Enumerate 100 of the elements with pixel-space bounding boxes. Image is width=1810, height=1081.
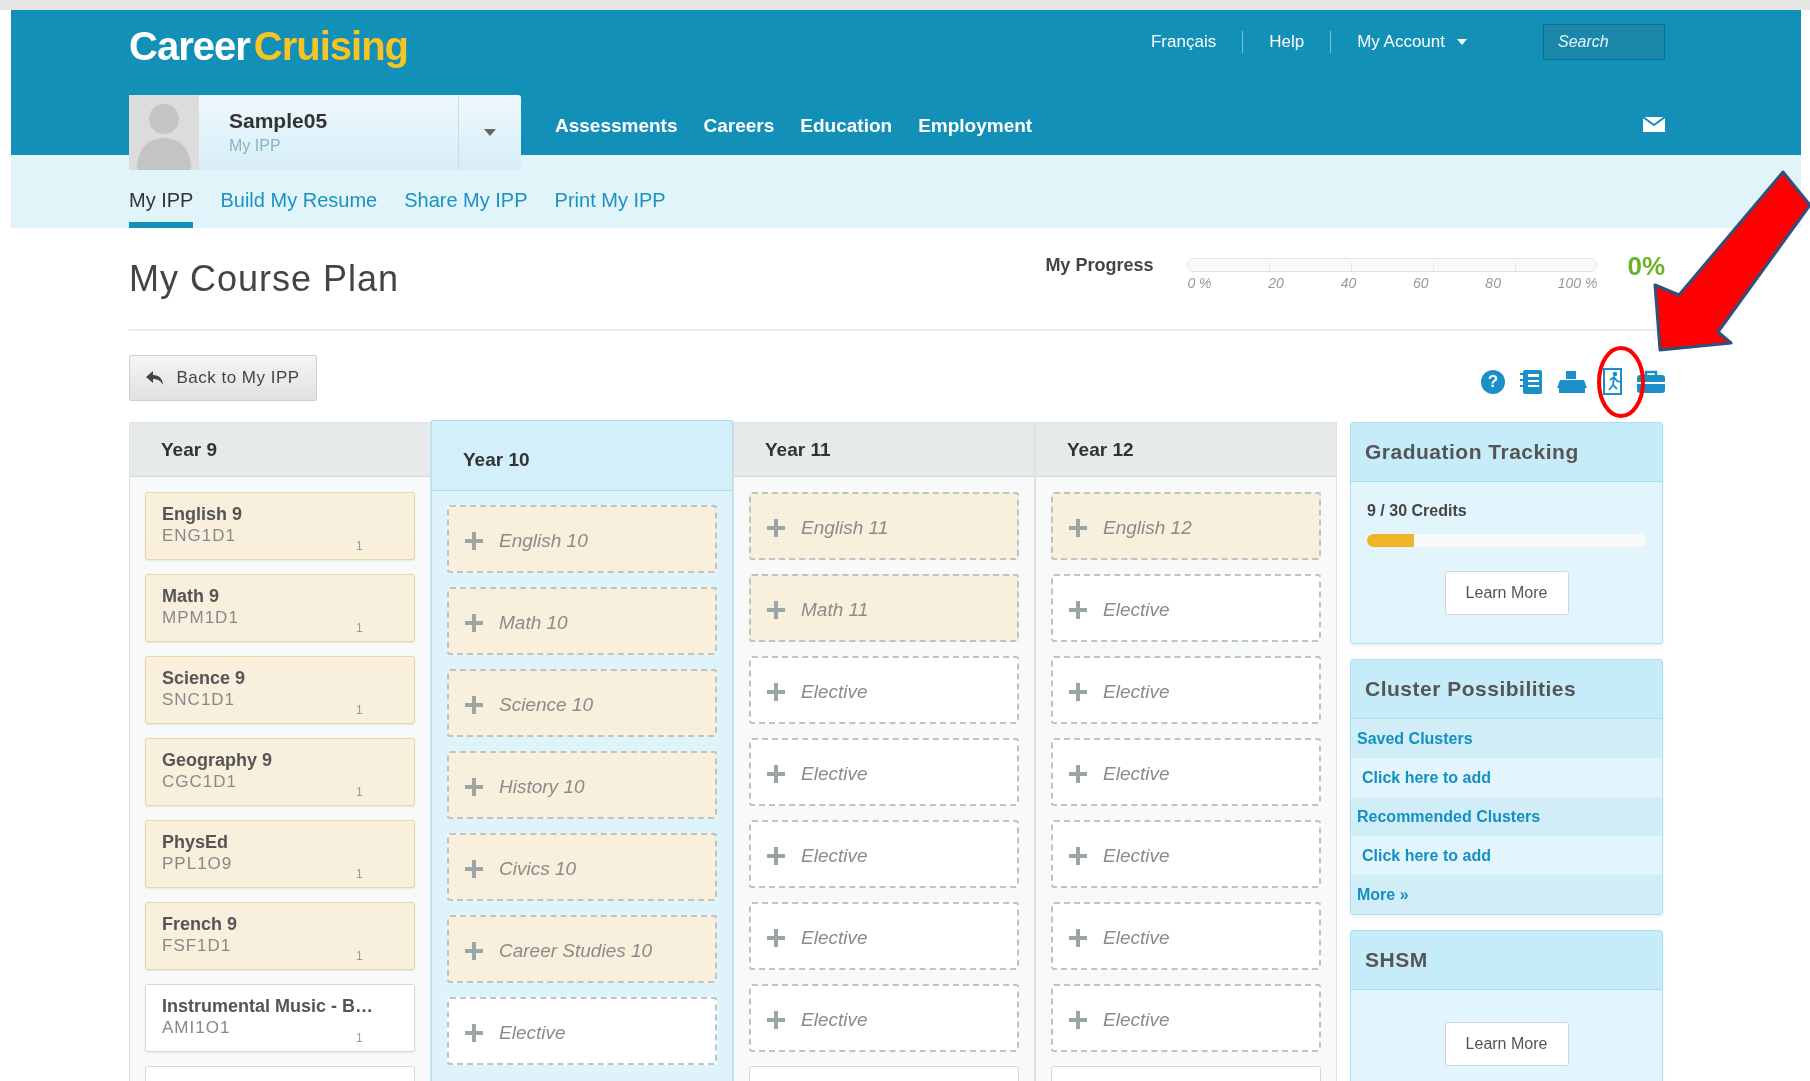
course-card[interactable]: PhysEd PPL1O9 1 [145,820,415,888]
credit-value: 1 [356,949,363,963]
cluster-heading-link[interactable]: Recommended Clusters [1351,797,1662,836]
tick-label: 100 % [1557,274,1598,291]
caret-icon [1457,38,1467,45]
plus-icon [1069,847,1087,865]
plus-icon [767,1011,785,1029]
credit-value: 1 [356,867,363,881]
course-slot[interactable]: Civics 10 [447,833,717,901]
mail-icon[interactable] [1643,117,1665,132]
learn-more-button[interactable]: Learn More [1444,1022,1569,1066]
back-button[interactable]: Back to My IPP [129,355,317,401]
course-slot[interactable]: Elective [749,902,1019,970]
course-slot[interactable]: Elective [749,984,1019,1052]
course-card[interactable]: Science 9 SNC1D1 1 [145,656,415,724]
credits-label: 9 / 30 Credits [1367,502,1468,520]
plus-icon [465,696,483,714]
plus-icon [465,532,483,550]
back-arrow-icon [146,370,165,386]
running-figure-icon[interactable] [1601,368,1623,396]
progress-percent: 0% [1627,250,1665,282]
course-slot[interactable]: English 11 [749,492,1019,560]
plus-icon [1069,1011,1087,1029]
course-slot[interactable]: Science 10 [447,669,717,737]
course-slot[interactable]: Math 11 [749,574,1019,642]
course-slot[interactable]: English 12 [1051,492,1321,560]
panel-heading: Cluster Possibilities [1351,660,1662,719]
tick-label: 20 [1268,274,1284,291]
course-name: Science 9 [162,668,246,689]
add-cluster-link[interactable]: Click here to add [1351,758,1662,797]
plus-icon [1069,519,1087,537]
notebook-icon[interactable] [1519,369,1543,395]
course-slot[interactable]: Elective [749,738,1019,806]
course-slot[interactable]: Elective [1051,738,1321,806]
course-code: FSF1D1 [162,936,232,956]
course-slot[interactable]: English 10 [447,505,717,573]
plus-icon [767,683,785,701]
course-code: CGC1D1 [162,772,237,792]
course-code: MPM1D1 [162,608,239,628]
profile-card[interactable]: Sample05 My IPP [129,95,521,170]
progress-label: My Progress [1045,254,1154,276]
course-card[interactable]: Math 9 MPM1D1 1 [145,574,415,642]
course-slot[interactable]: Elective [749,820,1019,888]
search-field[interactable]: Search [1543,23,1665,60]
course-name: Instrumental Music - B… [162,996,374,1017]
account-menu[interactable]: My Account [1331,31,1493,52]
course-card[interactable]: French 9 FSF1D1 1 [145,902,415,970]
course-slot[interactable]: Elective [1051,902,1321,970]
tick-label: 0 % [1187,274,1212,291]
page-title: My Course Plan [129,257,400,300]
course-card[interactable]: Instrumental Music - B… AMI1O1 1 [145,984,415,1052]
plus-icon [767,765,785,783]
printer-icon[interactable] [1557,370,1587,394]
year-heading: Year 12 [1036,423,1336,477]
course-name: French 9 [162,914,238,935]
nav-link[interactable]: Assessments [555,115,678,137]
course-slot[interactable]: Math 10 [447,587,717,655]
course-slot[interactable]: Elective [1051,656,1321,724]
subnav-tab[interactable]: Print My IPP [554,178,666,228]
plus-icon [1069,765,1087,783]
add-cluster-link[interactable]: Click here to add [1351,836,1662,875]
nav-link[interactable]: Employment [918,115,1033,137]
credit-value: 1 [356,1031,363,1045]
plus-icon [1069,601,1087,619]
cluster-heading-link[interactable]: Saved Clusters [1351,719,1662,758]
panel-heading: Graduation Tracking [1351,423,1662,482]
header-link[interactable]: Français [1124,31,1243,52]
plus-icon [767,601,785,619]
course-slot[interactable]: Elective [749,656,1019,724]
help-icon[interactable]: ? [1481,370,1505,394]
course-name: PhysEd [162,832,229,853]
year-heading: Year 10 [432,421,732,491]
plus-icon [465,860,483,878]
subnav-tab[interactable]: Build My Resume [220,178,378,228]
credit-value: 1 [356,703,363,717]
learn-more-button[interactable]: Learn More [1444,571,1569,615]
nav-link[interactable]: Education [800,115,893,137]
cluster-heading-link[interactable]: More » [1351,875,1662,914]
course-slot[interactable]: Elective [1051,574,1321,642]
caret-icon[interactable] [484,129,496,136]
course-name: Math 9 [162,586,219,607]
header-link[interactable]: Help [1243,31,1331,52]
course-card[interactable]: Geography 9 CGC1D1 1 [145,738,415,806]
plus-icon [767,847,785,865]
course-slot[interactable]: Elective [1051,820,1321,888]
credit-value: 1 [356,785,363,799]
course-slot[interactable]: Elective [1051,984,1321,1052]
subnav-tab[interactable]: My IPP [129,178,194,228]
course-slot[interactable]: History 10 [447,751,717,819]
logo[interactable]: CareerCruising [129,24,408,69]
subnav-tab[interactable]: Share My IPP [404,178,528,228]
plus-icon [767,929,785,947]
course-card[interactable]: English 9 ENG1D1 1 [145,492,415,560]
plus-icon [1069,929,1087,947]
tick-label: 80 [1485,274,1501,291]
nav-link[interactable]: Careers [703,115,775,137]
plus-icon [465,778,483,796]
course-slot[interactable]: Elective [447,997,717,1065]
course-slot[interactable]: Career Studies 10 [447,915,717,983]
plus-icon [465,614,483,632]
